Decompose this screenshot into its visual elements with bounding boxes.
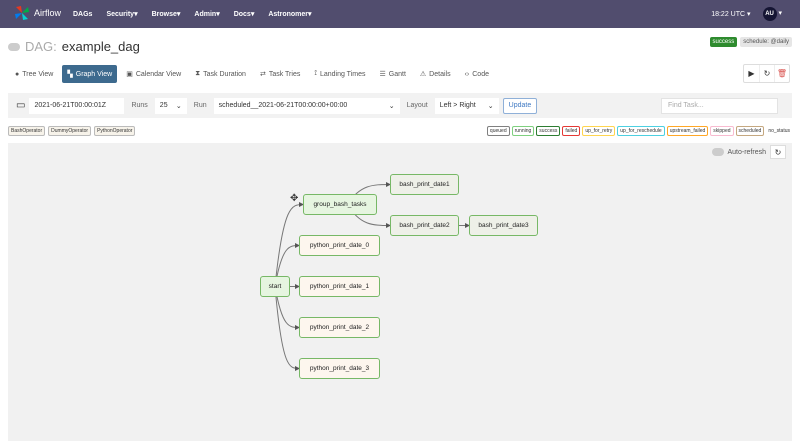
- hourglass-icon: ⧗: [195, 70, 201, 77]
- graph-form: ▭ 2021-06-21T00:00:01Z Runs 25 ⌄ Run sche…: [8, 93, 792, 118]
- tab-task-duration[interactable]: ⧗ Task Duration: [190, 65, 251, 83]
- operator-dummy: DummyOperator: [48, 126, 92, 136]
- tab-code[interactable]: ‹› Code: [460, 65, 494, 83]
- brand-name: Airflow: [34, 8, 62, 18]
- tab-label: Task Tries: [268, 70, 301, 78]
- gantt-icon: ☰: [379, 71, 386, 78]
- layout-label: Layout: [406, 102, 428, 109]
- tab-tree-view[interactable]: ● Tree View: [10, 65, 58, 83]
- runs-select[interactable]: 25 ⌄: [154, 97, 187, 114]
- menu-label: Astronomer: [268, 11, 309, 18]
- task-node-python-print-date-0[interactable]: python_print_date_0: [299, 235, 380, 256]
- dag-name: example_dag: [61, 39, 140, 54]
- execution-date-input[interactable]: 2021-06-21T00:00:01Z: [29, 97, 125, 114]
- state-success: success: [536, 126, 561, 136]
- trigger-dag-button[interactable]: ▶: [744, 65, 759, 82]
- update-button[interactable]: Update: [502, 97, 538, 114]
- task-node-python-print-date-2[interactable]: python_print_date_2: [299, 317, 380, 338]
- tab-gantt[interactable]: ☰ Gantt: [374, 65, 410, 83]
- operator-legend: BashOperator DummyOperator PythonOperato…: [8, 126, 136, 136]
- delete-dag-button[interactable]: 🗑: [774, 65, 789, 82]
- state-queued: queued: [486, 126, 510, 136]
- runs-value: 25: [159, 102, 168, 109]
- tab-label: Task Duration: [203, 70, 246, 78]
- state-running: running: [511, 126, 535, 136]
- state-upstream_failed: upstream_failed: [666, 126, 709, 136]
- pinwheel-icon: [15, 6, 29, 20]
- schedule-badge: schedule: @daily: [740, 37, 792, 47]
- task-node-bash-print-date1[interactable]: bash_print_date1: [390, 174, 459, 195]
- menu-admin[interactable]: Admin▾: [194, 10, 219, 18]
- tab-landing-times[interactable]: ⟟ Landing Times: [309, 65, 370, 83]
- state-no_status: no_status: [768, 128, 790, 134]
- navbar: Airflow DAGs Security▾ Browse▾ Admin▾ Do…: [0, 0, 800, 28]
- menu-label: Admin: [194, 11, 217, 18]
- menu-browse[interactable]: Browse▾: [152, 10, 181, 18]
- calendar-icon: ▣: [126, 71, 133, 78]
- time-label: 18:22 UTC: [711, 11, 746, 18]
- menu-security[interactable]: Security▾: [106, 10, 137, 18]
- find-task-input[interactable]: Find Task...: [661, 97, 778, 114]
- menu-label: Security: [106, 11, 135, 18]
- state-legend: queued running success failed up_for_retry up…: [486, 126, 792, 136]
- tree-icon: ●: [15, 70, 20, 78]
- operator-python: PythonOperator: [94, 126, 136, 136]
- dag-prefix: DAG:: [25, 39, 57, 54]
- warning-icon: ⚠: [419, 71, 427, 78]
- tab-details[interactable]: ⚠ Details: [415, 65, 456, 83]
- menu-label: Browse: [151, 11, 177, 18]
- task-node-group-bash-tasks[interactable]: group_bash_tasks: [303, 194, 377, 215]
- state-up_for_retry: up_for_retry: [582, 126, 616, 136]
- tab-label: Gantt: [388, 70, 406, 78]
- menu-docs[interactable]: Docs▾: [234, 10, 255, 18]
- graph-canvas[interactable]: Auto-refresh ↻ ✥ start group_bash_tasks ba…: [8, 143, 792, 441]
- state-failed: failed: [562, 126, 581, 136]
- task-node-python-print-date-1[interactable]: python_print_date_1: [299, 276, 380, 297]
- task-node-python-print-date-3[interactable]: python_print_date_3: [299, 358, 380, 379]
- graph-icon: ▚: [67, 71, 73, 78]
- task-node-bash-print-date2[interactable]: bash_print_date2: [390, 215, 459, 236]
- task-node-bash-print-date3[interactable]: bash_print_date3: [469, 215, 538, 236]
- state-up_for_reschedule: up_for_reschedule: [617, 126, 665, 136]
- tab-label: Code: [472, 70, 489, 78]
- task-node-start[interactable]: start: [260, 276, 290, 297]
- tab-task-tries[interactable]: ⇄ Task Tries: [255, 65, 305, 83]
- avatar: AU: [762, 7, 777, 21]
- refresh-dag-button[interactable]: ↻: [759, 65, 774, 82]
- retry-icon: ⇄: [259, 71, 266, 78]
- airflow-logo[interactable]: Airflow: [14, 5, 61, 21]
- tab-label: Calendar View: [135, 70, 182, 78]
- runs-label: Runs: [131, 102, 148, 109]
- user-menu[interactable]: AU ▾: [762, 7, 782, 21]
- menu-dags[interactable]: DAGs: [73, 11, 92, 18]
- menu-label: Docs: [233, 11, 251, 18]
- layout-value: Left > Right: [439, 102, 476, 109]
- tab-calendar-view[interactable]: ▣ Calendar View: [121, 65, 186, 83]
- run-select[interactable]: scheduled__2021-06-21T00:00:00+00:00 ⌄: [213, 97, 400, 114]
- menu-astronomer[interactable]: Astronomer▾: [268, 10, 311, 18]
- tab-label: Tree View: [22, 70, 54, 78]
- tab-label: Details: [429, 70, 451, 78]
- tab-label: Landing Times: [319, 70, 366, 78]
- run-label: Run: [193, 102, 207, 109]
- page-title: DAG: example_dag: [8, 39, 140, 54]
- code-icon: ‹›: [464, 70, 470, 78]
- layout-select[interactable]: Left > Right ⌄: [434, 97, 499, 114]
- landing-icon: ⟟: [314, 70, 317, 77]
- run-value: scheduled__2021-06-21T00:00:00+00:00: [218, 102, 348, 109]
- calendar-icon[interactable]: ▭: [16, 100, 25, 111]
- tab-graph-view[interactable]: ▚ Graph View: [62, 65, 118, 83]
- status-badge: success: [709, 37, 738, 47]
- dag-pause-toggle[interactable]: [8, 42, 20, 51]
- tab-label: Graph View: [75, 70, 113, 78]
- operator-bash: BashOperator: [8, 126, 46, 136]
- state-skipped: skipped: [710, 126, 734, 136]
- state-scheduled: scheduled: [735, 126, 765, 136]
- time-dropdown[interactable]: 18:22 UTC ▾: [711, 10, 750, 18]
